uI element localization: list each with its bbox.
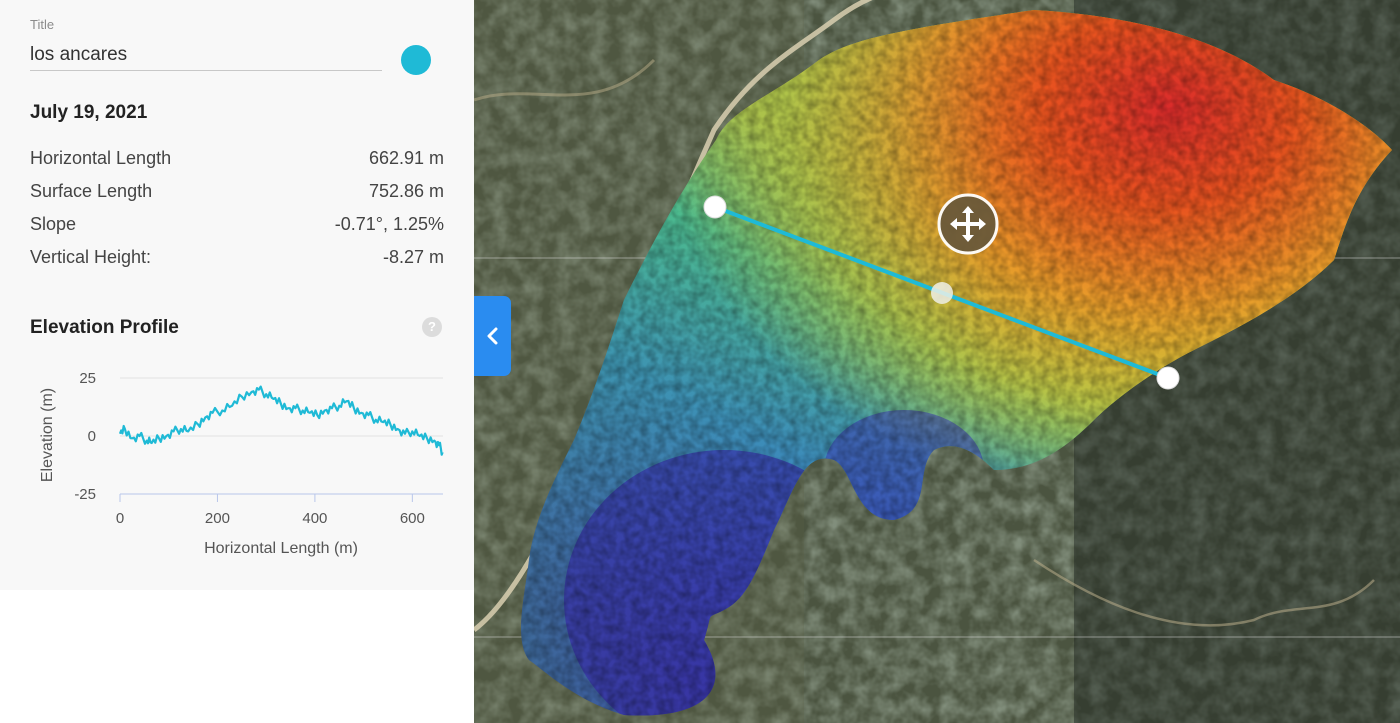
color-picker-button[interactable] [401, 45, 431, 75]
measurement-card: Title July 19, 2021 Horizontal Length 66… [0, 0, 474, 590]
metric-value: 662.91 m [368, 148, 444, 168]
metric-label: Horizontal Length [30, 148, 172, 168]
collapse-panel-button[interactable] [474, 296, 511, 376]
x-axis-label: Horizontal Length (m) [204, 540, 358, 557]
x-tick-label: 0 [116, 510, 124, 527]
metric-value: -0.71°, 1.25% [334, 214, 444, 234]
y-tick-label: -25 [74, 486, 96, 503]
question-circle-icon[interactable]: ? [422, 317, 442, 337]
y-tick-labels: 25 0 -25 [74, 370, 96, 503]
map-view[interactable] [474, 0, 1400, 723]
metric-row-surface-length: Surface Length 752.86 m [30, 181, 444, 202]
metric-row-horizontal-length: Horizontal Length 662.91 m [30, 148, 444, 169]
elevation-profile-chart: 250-25 0 200 400 600 Horizontal Length (m) … [39, 370, 444, 557]
x-tick-label: 400 [302, 510, 327, 527]
x-tick-label: 600 [400, 510, 425, 527]
y-tick-label: 0 [88, 428, 96, 445]
y-tick-label: 25 [79, 370, 96, 387]
map-canvas[interactable] [474, 0, 1400, 723]
y-axis-label: Elevation (m) [39, 388, 56, 482]
metric-value: -8.27 m [382, 247, 444, 267]
x-tick-label: 200 [205, 510, 230, 527]
title-label: Title [30, 17, 55, 32]
measurement-start-handle[interactable] [703, 195, 727, 219]
chevron-left-icon [487, 327, 497, 345]
metric-label: Vertical Height: [30, 247, 152, 267]
elevation-series-line [118, 385, 444, 456]
metric-row-slope: Slope -0.71°, 1.25% [30, 214, 444, 235]
x-tick-labels: 0 200 400 600 [116, 494, 425, 527]
capture-date: July 19, 2021 [30, 102, 148, 123]
metric-value: 752.86 m [368, 181, 444, 201]
metric-label: Slope [30, 214, 77, 234]
measurement-panel: Title July 19, 2021 Horizontal Length 66… [0, 0, 474, 723]
measurement-midpoint-handle[interactable] [931, 282, 953, 304]
title-input[interactable] [30, 40, 382, 71]
metric-label: Surface Length [30, 181, 153, 201]
measurement-end-handle[interactable] [1156, 366, 1180, 390]
metric-row-vertical-height: Vertical Height: -8.27 m [30, 247, 444, 268]
elevation-profile-title: Elevation Profile [30, 317, 179, 338]
move-arrows-icon[interactable] [937, 193, 999, 255]
